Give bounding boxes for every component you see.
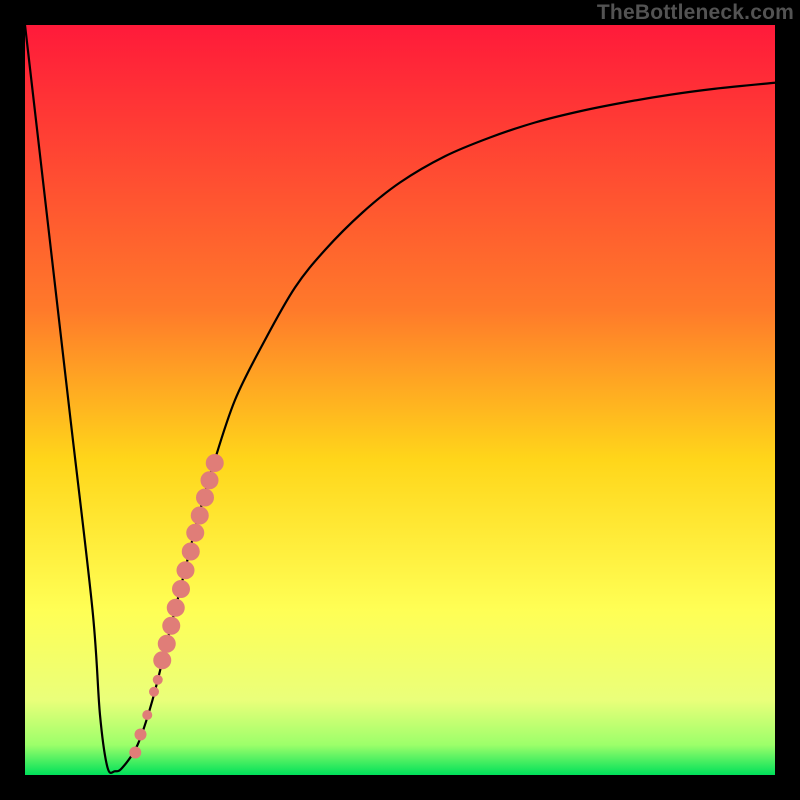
chart-svg — [25, 25, 775, 775]
marker-dot — [135, 729, 147, 741]
marker-dot — [191, 507, 209, 525]
marker-dot — [153, 675, 163, 685]
plot-area — [25, 25, 775, 775]
marker-dot — [167, 599, 185, 617]
marker-dot — [177, 561, 195, 579]
marker-dot — [162, 617, 180, 635]
marker-dot — [129, 747, 141, 759]
chart-frame: TheBottleneck.com — [0, 0, 800, 800]
watermark-text: TheBottleneck.com — [597, 1, 794, 25]
marker-dot — [142, 710, 152, 720]
marker-dot — [149, 687, 159, 697]
gradient-background — [25, 25, 775, 775]
marker-dot — [206, 454, 224, 472]
marker-dot — [186, 524, 204, 542]
marker-dot — [182, 543, 200, 561]
marker-dot — [196, 489, 214, 507]
marker-dot — [158, 635, 176, 653]
marker-dot — [201, 471, 219, 489]
marker-dot — [153, 651, 171, 669]
marker-dot — [172, 580, 190, 598]
